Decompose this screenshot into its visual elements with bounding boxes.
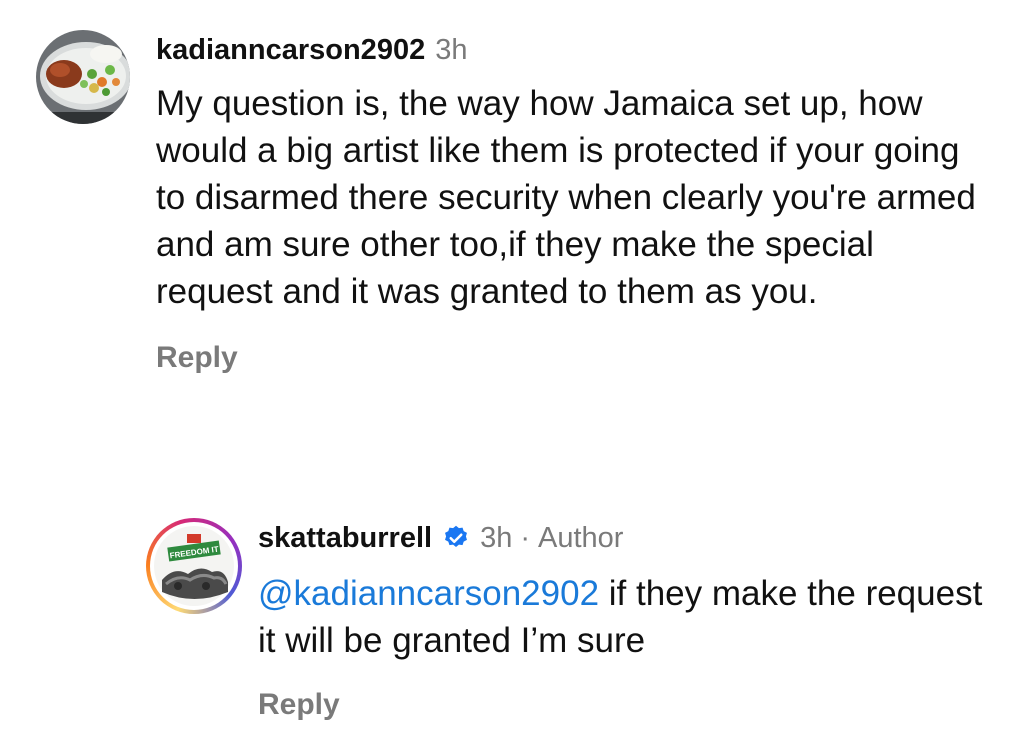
reply-button[interactable]: Reply xyxy=(258,688,340,722)
comment-body: kadianncarson2902 3h My question is, the… xyxy=(156,30,996,375)
food-plate-avatar-icon xyxy=(36,30,130,124)
freedom-street-avatar-icon: FREEDOM IT xyxy=(154,526,234,606)
timestamp: 3h xyxy=(435,34,468,66)
comment-text: @kadianncarson2902 if they make the requ… xyxy=(258,570,998,664)
mention-link[interactable]: @kadianncarson2902 xyxy=(258,574,599,613)
username[interactable]: kadianncarson2902 xyxy=(156,30,425,70)
comments-thread: kadianncarson2902 3h My question is, the… xyxy=(0,0,1024,752)
reply-button[interactable]: Reply xyxy=(156,341,238,375)
reply-comment: FREEDOM IT skattaburrell 3h · Author @ka… xyxy=(146,518,1006,722)
author-label: Author xyxy=(538,522,624,554)
avatar[interactable]: FREEDOM IT xyxy=(146,518,242,614)
username[interactable]: skattaburrell xyxy=(258,518,432,558)
comment-body: skattaburrell 3h · Author @kadianncarson… xyxy=(258,518,1006,722)
comment-header: skattaburrell 3h · Author xyxy=(258,518,1006,558)
verified-badge-icon xyxy=(442,524,470,552)
separator: · xyxy=(520,522,531,554)
comment-text: My question is, the way how Jamaica set … xyxy=(156,84,976,311)
avatar[interactable] xyxy=(36,30,130,124)
comment-header: kadianncarson2902 3h xyxy=(156,30,996,70)
timestamp: 3h xyxy=(480,522,513,554)
comment: kadianncarson2902 3h My question is, the… xyxy=(36,30,996,375)
